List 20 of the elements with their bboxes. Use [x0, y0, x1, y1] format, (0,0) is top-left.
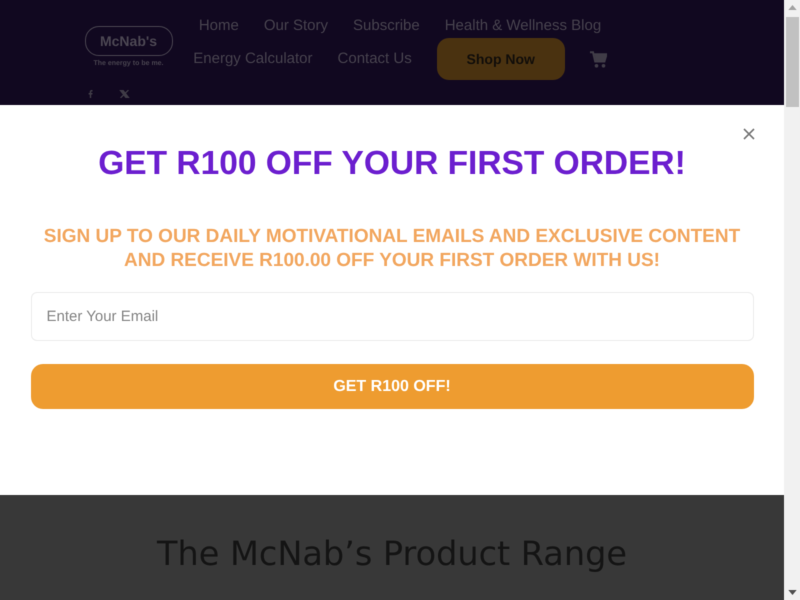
shop-now-button[interactable]: Shop Now [436, 38, 565, 80]
facebook-icon[interactable] [88, 90, 93, 98]
nav-link[interactable]: Home [198, 14, 239, 38]
nav-link[interactable]: Subscribe [353, 14, 420, 38]
email-field[interactable]: Enter Your Email [30, 292, 754, 341]
nav-link[interactable]: Contact Us [338, 47, 412, 71]
nav-link[interactable]: Health & Wellness Blog [444, 14, 602, 38]
nav-link[interactable]: Our Story [264, 14, 328, 38]
popup-title: GET R100 OFF YOUR FIRST ORDER! [98, 144, 686, 184]
logo-wordmark[interactable]: McNab's [84, 26, 172, 56]
popup-subtitle: SIGN UP TO OUR DAILY MOTIVATIONAL EMAILS AND EXCLUSIVE CONTENT AND RECEIVE R100.00 OFF YOUR FIRST ORDER WITH US! [42, 225, 742, 273]
scroll-up-icon[interactable] [788, 5, 796, 10]
scroll-down-icon[interactable] [788, 590, 796, 595]
scrollbar-track[interactable] [784, 0, 800, 600]
x-logo-icon[interactable] [119, 90, 130, 98]
nav-link[interactable]: Energy Calculator [193, 47, 313, 71]
cart-icon[interactable] [590, 50, 607, 68]
submit-button[interactable]: GET R100 OFF! [30, 364, 754, 409]
close-icon[interactable] [743, 128, 755, 140]
scrollbar-thumb[interactable] [786, 17, 798, 107]
